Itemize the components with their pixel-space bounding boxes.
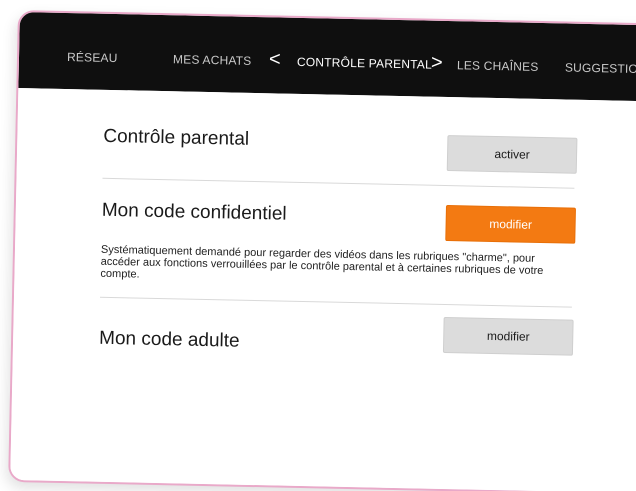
modify-adult-code-button[interactable]: modifier [442,316,574,356]
nav-item-controle-parental[interactable]: CONTRÔLE PARENTAL [297,55,432,72]
adult-code-title: Mon code adulte [98,327,240,352]
nav-item-les-chaines[interactable]: LES CHAÎNES [457,58,539,74]
confidential-code-title: Mon code confidentiel [101,199,287,225]
activate-parental-button[interactable]: activer [446,135,578,174]
modify-confidential-code-button[interactable]: modifier [445,205,576,244]
chevron-left-icon[interactable]: < [269,48,281,71]
top-nav-bar: RÉSEAU MES ACHATS < CONTRÔLE PARENTAL > … [18,12,636,102]
nav-item-suggestions[interactable]: SUGGESTIONS D [565,60,636,76]
nav-item-mes-achats[interactable]: MES ACHATS [173,52,252,68]
tv-frame: RÉSEAU MES ACHATS < CONTRÔLE PARENTAL > … [8,10,636,491]
confidential-code-description: Systématiquement demandé pour regarder d… [100,243,544,281]
parental-control-title: Contrôle parental [103,125,250,150]
settings-content: Contrôle parental activer Mon code confi… [10,88,636,491]
chevron-right-icon[interactable]: > [431,52,443,75]
nav-item-reseau[interactable]: RÉSEAU [67,50,118,65]
screen-stage: RÉSEAU MES ACHATS < CONTRÔLE PARENTAL > … [0,0,636,491]
divider [102,177,575,189]
divider [99,296,572,308]
